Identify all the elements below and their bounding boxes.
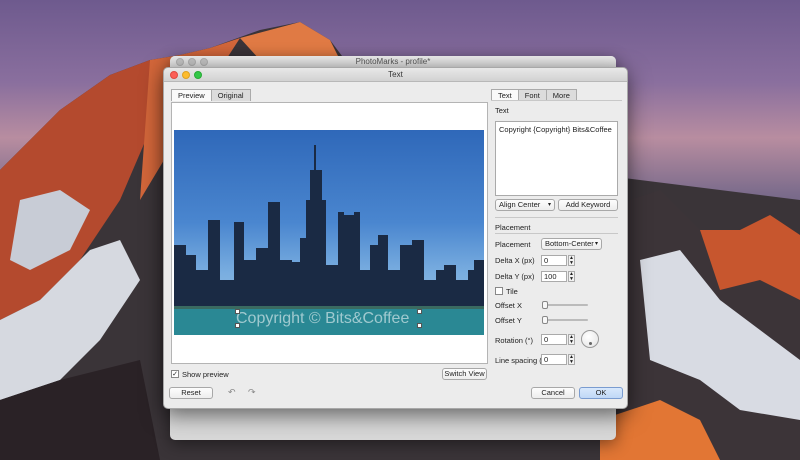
rotation-label: Rotation (°) bbox=[495, 336, 534, 345]
redo-icon[interactable]: ↷ bbox=[248, 387, 256, 398]
city-skyline-image bbox=[174, 145, 484, 335]
chevron-down-icon: ▾ bbox=[594, 241, 598, 247]
delta-x-field[interactable]: 0 bbox=[541, 255, 567, 266]
preview-image: Copyright © Bits&Coffee bbox=[174, 130, 484, 335]
line-spacing-stepper[interactable]: ▲ ▼ bbox=[568, 354, 575, 365]
tile-checkbox[interactable] bbox=[495, 287, 503, 295]
minimize-light[interactable] bbox=[182, 71, 190, 79]
watermark-handle-bl[interactable] bbox=[235, 323, 240, 328]
placement-section-label: Placement bbox=[495, 223, 531, 232]
minimize-light[interactable] bbox=[188, 58, 196, 66]
rotation-dial[interactable] bbox=[581, 330, 599, 348]
preview-tabs: Preview Original bbox=[171, 89, 251, 101]
placement-select-value: Bottom-Center bbox=[545, 239, 594, 248]
reset-button[interactable]: Reset bbox=[169, 387, 213, 399]
offset-y-knob[interactable] bbox=[542, 316, 548, 324]
placement-divider bbox=[495, 233, 618, 234]
rotation-field[interactable]: 0 bbox=[541, 334, 567, 345]
chevron-down-icon: ▾ bbox=[547, 202, 551, 208]
add-keyword-button[interactable]: Add Keyword bbox=[558, 199, 618, 211]
tab-preview[interactable]: Preview bbox=[171, 89, 212, 101]
watermark-handle-tl[interactable] bbox=[235, 309, 240, 314]
delta-x-label: Delta X (px) bbox=[495, 256, 535, 265]
align-select-value: Align Center bbox=[499, 200, 541, 209]
rotation-stepper[interactable]: ▲ ▼ bbox=[568, 334, 575, 345]
watermark-handle-br[interactable] bbox=[417, 323, 422, 328]
show-preview-checkbox[interactable]: ✓ bbox=[171, 370, 179, 378]
offset-y-label: Offset Y bbox=[495, 316, 522, 325]
text-input[interactable]: Copyright {Copyright} Bits&Coffee bbox=[495, 121, 618, 196]
watermark-text[interactable]: Copyright © Bits&Coffee bbox=[236, 310, 409, 328]
zoom-light[interactable] bbox=[200, 58, 208, 66]
align-select[interactable]: Align Center ▾ bbox=[495, 199, 555, 211]
close-light[interactable] bbox=[176, 58, 184, 66]
undo-icon[interactable]: ↶ bbox=[228, 387, 236, 398]
delta-x-stepper[interactable]: ▲ ▼ bbox=[568, 255, 575, 266]
dialog-titlebar: Text bbox=[164, 68, 627, 82]
ok-button[interactable]: OK bbox=[579, 387, 623, 399]
cancel-button[interactable]: Cancel bbox=[531, 387, 575, 399]
offset-y-slider[interactable] bbox=[544, 319, 588, 321]
delta-y-label: Delta Y (px) bbox=[495, 272, 535, 281]
delta-y-stepper[interactable]: ▲ ▼ bbox=[568, 271, 575, 282]
tabs-divider bbox=[491, 100, 622, 101]
show-preview-label: Show preview bbox=[182, 370, 229, 379]
dialog-title: Text bbox=[388, 70, 403, 79]
delta-y-field[interactable]: 100 bbox=[541, 271, 567, 282]
line-spacing-field[interactable]: 0 bbox=[541, 354, 567, 365]
switch-view-button[interactable]: Switch View bbox=[442, 368, 487, 380]
close-light[interactable] bbox=[170, 71, 178, 79]
watermark-handle-tr[interactable] bbox=[417, 309, 422, 314]
placement-select[interactable]: Bottom-Center ▾ bbox=[541, 238, 602, 250]
dialog-window-controls bbox=[170, 71, 202, 79]
window-controls bbox=[176, 58, 208, 66]
line-spacing-label: Line spacing (p bbox=[495, 356, 546, 365]
section-divider bbox=[495, 217, 618, 218]
zoom-light[interactable] bbox=[194, 71, 202, 79]
placement-label: Placement bbox=[495, 240, 531, 249]
window-title: PhotoMarks - profile* bbox=[355, 57, 431, 66]
tab-original[interactable]: Original bbox=[210, 89, 251, 101]
offset-x-label: Offset X bbox=[495, 301, 522, 310]
offset-x-slider[interactable] bbox=[544, 304, 588, 306]
tile-label: Tile bbox=[506, 287, 518, 296]
preview-panel: Copyright © Bits&Coffee bbox=[171, 102, 488, 364]
offset-x-knob[interactable] bbox=[542, 301, 548, 309]
text-dialog: Text Preview Original Copyright © Bits&C… bbox=[163, 67, 628, 409]
text-section-label: Text bbox=[495, 106, 509, 115]
rotation-dial-indicator bbox=[589, 342, 592, 345]
